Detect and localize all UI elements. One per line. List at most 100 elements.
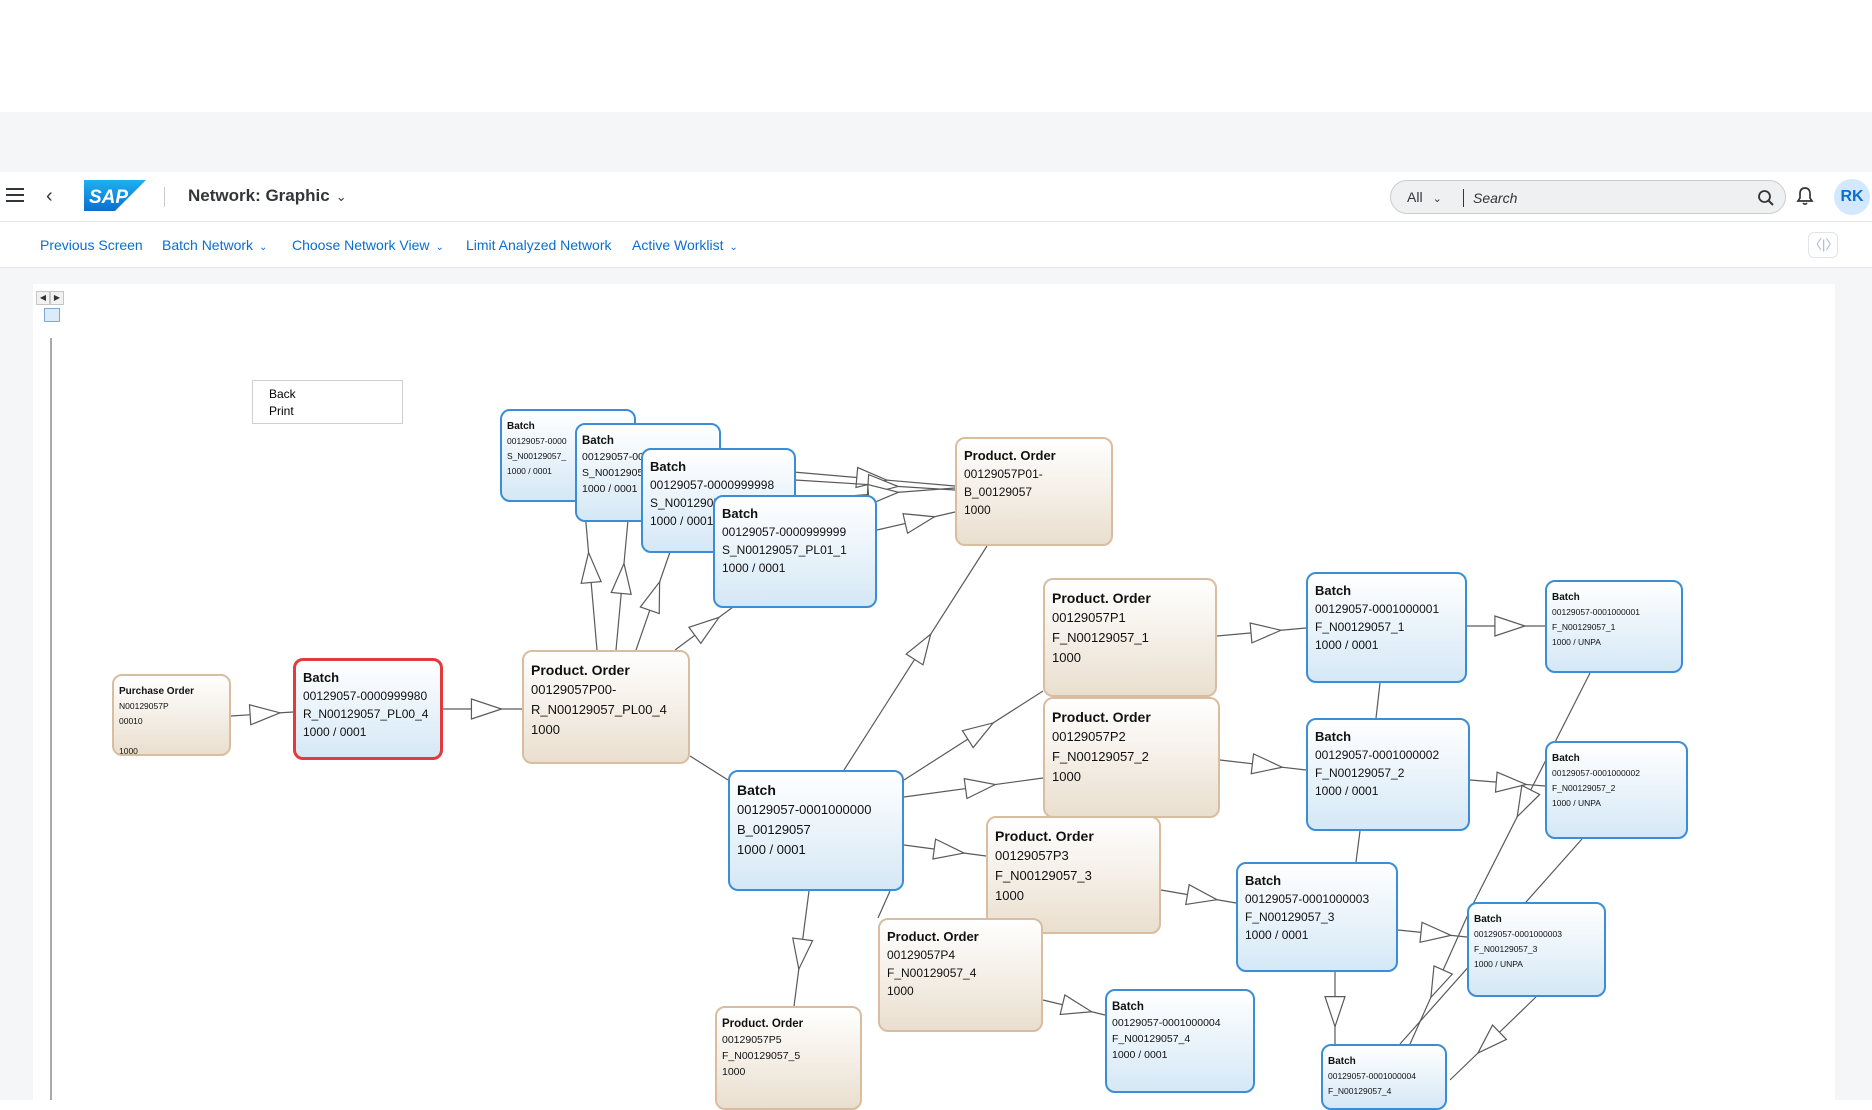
node-title: Batch bbox=[1315, 583, 1352, 598]
node-line: F_N00129057_2 bbox=[1052, 749, 1149, 764]
edge-arrowhead bbox=[1249, 622, 1283, 644]
production-order-node[interactable]: Product. Order 00129057P3 F_N00129057_3 … bbox=[986, 816, 1161, 934]
node-line: 00129057P5 bbox=[722, 1034, 782, 1046]
node-line: 00129057-0001000003 bbox=[1245, 892, 1370, 906]
node-line: N00129057P bbox=[119, 701, 169, 711]
context-menu-print[interactable]: Print bbox=[253, 403, 402, 420]
node-line: 00129057-0001000003 bbox=[1474, 929, 1562, 939]
edge-arrowhead bbox=[687, 616, 721, 645]
node-line: 00129057-0000999998 bbox=[650, 478, 775, 492]
node-line: 00129057-0001000001 bbox=[1552, 607, 1640, 617]
node-line: 1000 / UNPA bbox=[1474, 959, 1523, 969]
purchase-order-node[interactable]: Purchase Order N00129057P 00010 1000 bbox=[112, 674, 231, 756]
node-line: 00129057P1 bbox=[1052, 610, 1126, 625]
node-title: Batch bbox=[1552, 592, 1580, 603]
edge-arrowhead bbox=[470, 698, 504, 720]
node-title: Product. Order bbox=[964, 448, 1056, 463]
node-title: Purchase Order bbox=[119, 686, 195, 697]
node-line: 00129057-0001000002 bbox=[1315, 748, 1440, 762]
node-line: F_N00129057_4 bbox=[887, 966, 977, 980]
production-order-node[interactable]: Product. Order 00129057P5 F_N00129057_5 … bbox=[715, 1006, 862, 1110]
batch-node[interactable]: Batch 00129057-0001000001 F_N00129057_1 … bbox=[1306, 572, 1467, 683]
batch-node[interactable]: Batch 00129057-0000999999 S_N00129057_PL… bbox=[713, 495, 877, 608]
production-order-node[interactable]: Product. Order 00129057P01- B_00129057 1… bbox=[955, 437, 1113, 546]
node-line: F_N00129057_2 bbox=[1315, 766, 1405, 780]
node-line: 1000 bbox=[1052, 769, 1081, 784]
node-line: R_N00129057_PL00_4 bbox=[303, 707, 429, 721]
node-title: Product. Order bbox=[887, 929, 979, 944]
edge-line bbox=[689, 755, 729, 781]
node-line: 1000 / 0001 bbox=[1112, 1049, 1168, 1061]
batch-node[interactable]: Batch 00129057-0001000004 F_N00129057_4 bbox=[1321, 1044, 1447, 1110]
edge-arrowhead bbox=[905, 632, 932, 666]
node-line: F_N00129057_3 bbox=[1474, 944, 1538, 954]
node-line: B_00129057 bbox=[964, 485, 1033, 499]
edge-line bbox=[1375, 682, 1381, 719]
context-menu: Back Print bbox=[252, 380, 403, 424]
edge-arrowhead bbox=[1494, 615, 1527, 637]
node-title: Product. Order bbox=[1052, 590, 1151, 606]
node-line: F_N00129057_1 bbox=[1552, 622, 1616, 632]
node-title: Product. Order bbox=[1052, 709, 1151, 725]
batch-node[interactable]: Batch 00129057-0001000003 F_N00129057_3 … bbox=[1467, 902, 1606, 997]
node-line: 00129057P00- bbox=[531, 682, 617, 697]
node-line: B_00129057 bbox=[737, 822, 811, 837]
edge-arrowhead bbox=[932, 838, 966, 860]
production-order-node[interactable]: Product. Order 00129057P4 F_N00129057_4 … bbox=[878, 918, 1043, 1032]
edge-arrowhead bbox=[1430, 965, 1454, 1000]
node-title: Batch bbox=[1315, 729, 1352, 744]
node-line: 00129057P3 bbox=[995, 848, 1069, 863]
batch-node[interactable]: Batch 00129057-0001000002 F_N00129057_2 … bbox=[1306, 718, 1470, 831]
node-title: Product. Order bbox=[531, 662, 630, 678]
node-line: 1000 bbox=[1052, 650, 1081, 665]
edge-arrowhead bbox=[1250, 752, 1285, 775]
node-line: 1000 bbox=[995, 888, 1024, 903]
edge-arrowhead bbox=[248, 703, 282, 726]
edge-arrowhead bbox=[792, 937, 814, 972]
node-line: F_N00129057_1 bbox=[1052, 630, 1149, 645]
node-line: F_N00129057_3 bbox=[1245, 910, 1335, 924]
batch-node[interactable]: Batch 00129057-0001000003 F_N00129057_3 … bbox=[1236, 862, 1398, 972]
node-title: Batch bbox=[722, 506, 759, 521]
edge-line bbox=[1355, 830, 1361, 863]
production-order-node[interactable]: Product. Order 00129057P2 F_N00129057_2 … bbox=[1043, 697, 1220, 818]
batch-node[interactable]: Batch 00129057-0001000001 F_N00129057_1 … bbox=[1545, 580, 1683, 673]
node-title: Product. Order bbox=[722, 1018, 804, 1030]
node-line: F_N00129057_3 bbox=[995, 868, 1092, 883]
node-line: F_N00129057_4 bbox=[1112, 1033, 1191, 1045]
node-line: 1000 / 0001 bbox=[1315, 784, 1379, 798]
edge-line bbox=[877, 890, 891, 919]
node-line: 00129057P4 bbox=[887, 948, 956, 962]
node-title: Batch bbox=[1552, 753, 1580, 764]
batch-node[interactable]: Batch 00129057-0001000000 B_00129057 100… bbox=[728, 770, 904, 891]
node-line: 00010 bbox=[119, 716, 143, 726]
batch-node[interactable]: Batch 00129057-0001000004 F_N00129057_4 … bbox=[1105, 989, 1255, 1093]
node-title: Batch bbox=[303, 670, 340, 685]
edge-arrowhead bbox=[961, 721, 995, 749]
edge-arrowhead bbox=[902, 513, 937, 535]
node-line: 1000 / 0001 bbox=[1315, 638, 1379, 652]
node-line: 00129057P2 bbox=[1052, 729, 1126, 744]
node-line: 1000 / UNPA bbox=[1552, 798, 1601, 808]
node-title: Batch bbox=[1112, 1001, 1144, 1013]
node-line bbox=[119, 729, 224, 744]
batch-node-selected[interactable]: Batch 00129057-0000999980 R_N00129057_PL… bbox=[293, 658, 443, 760]
context-menu-back[interactable]: Back bbox=[253, 386, 402, 403]
node-line: 00129057-0001000002 bbox=[1552, 768, 1640, 778]
node-line: 00129057P01- bbox=[964, 467, 1043, 481]
node-line: 1000 / 0001 bbox=[722, 561, 786, 575]
node-title: Batch bbox=[1328, 1056, 1356, 1067]
edge-arrowhead bbox=[639, 580, 661, 615]
node-line: 1000 bbox=[119, 746, 138, 756]
batch-node[interactable]: Batch 00129057-0001000002 F_N00129057_2 … bbox=[1545, 741, 1688, 839]
edge-arrowhead bbox=[1059, 994, 1094, 1016]
node-title: Batch bbox=[650, 459, 687, 474]
node-line: 1000 / UNPA bbox=[1552, 637, 1601, 647]
node-line: F_N00129057_4 bbox=[1328, 1086, 1392, 1096]
production-order-node[interactable]: Product. Order 00129057P00- R_N00129057_… bbox=[522, 650, 690, 764]
edge-arrowhead bbox=[610, 561, 632, 596]
production-order-node[interactable]: Product. Order 00129057P1 F_N00129057_1 … bbox=[1043, 578, 1217, 697]
node-title: Batch bbox=[1245, 873, 1282, 888]
node-title: Batch bbox=[1474, 914, 1502, 925]
node-line: S_N00129057_PL01_1 bbox=[722, 543, 847, 557]
